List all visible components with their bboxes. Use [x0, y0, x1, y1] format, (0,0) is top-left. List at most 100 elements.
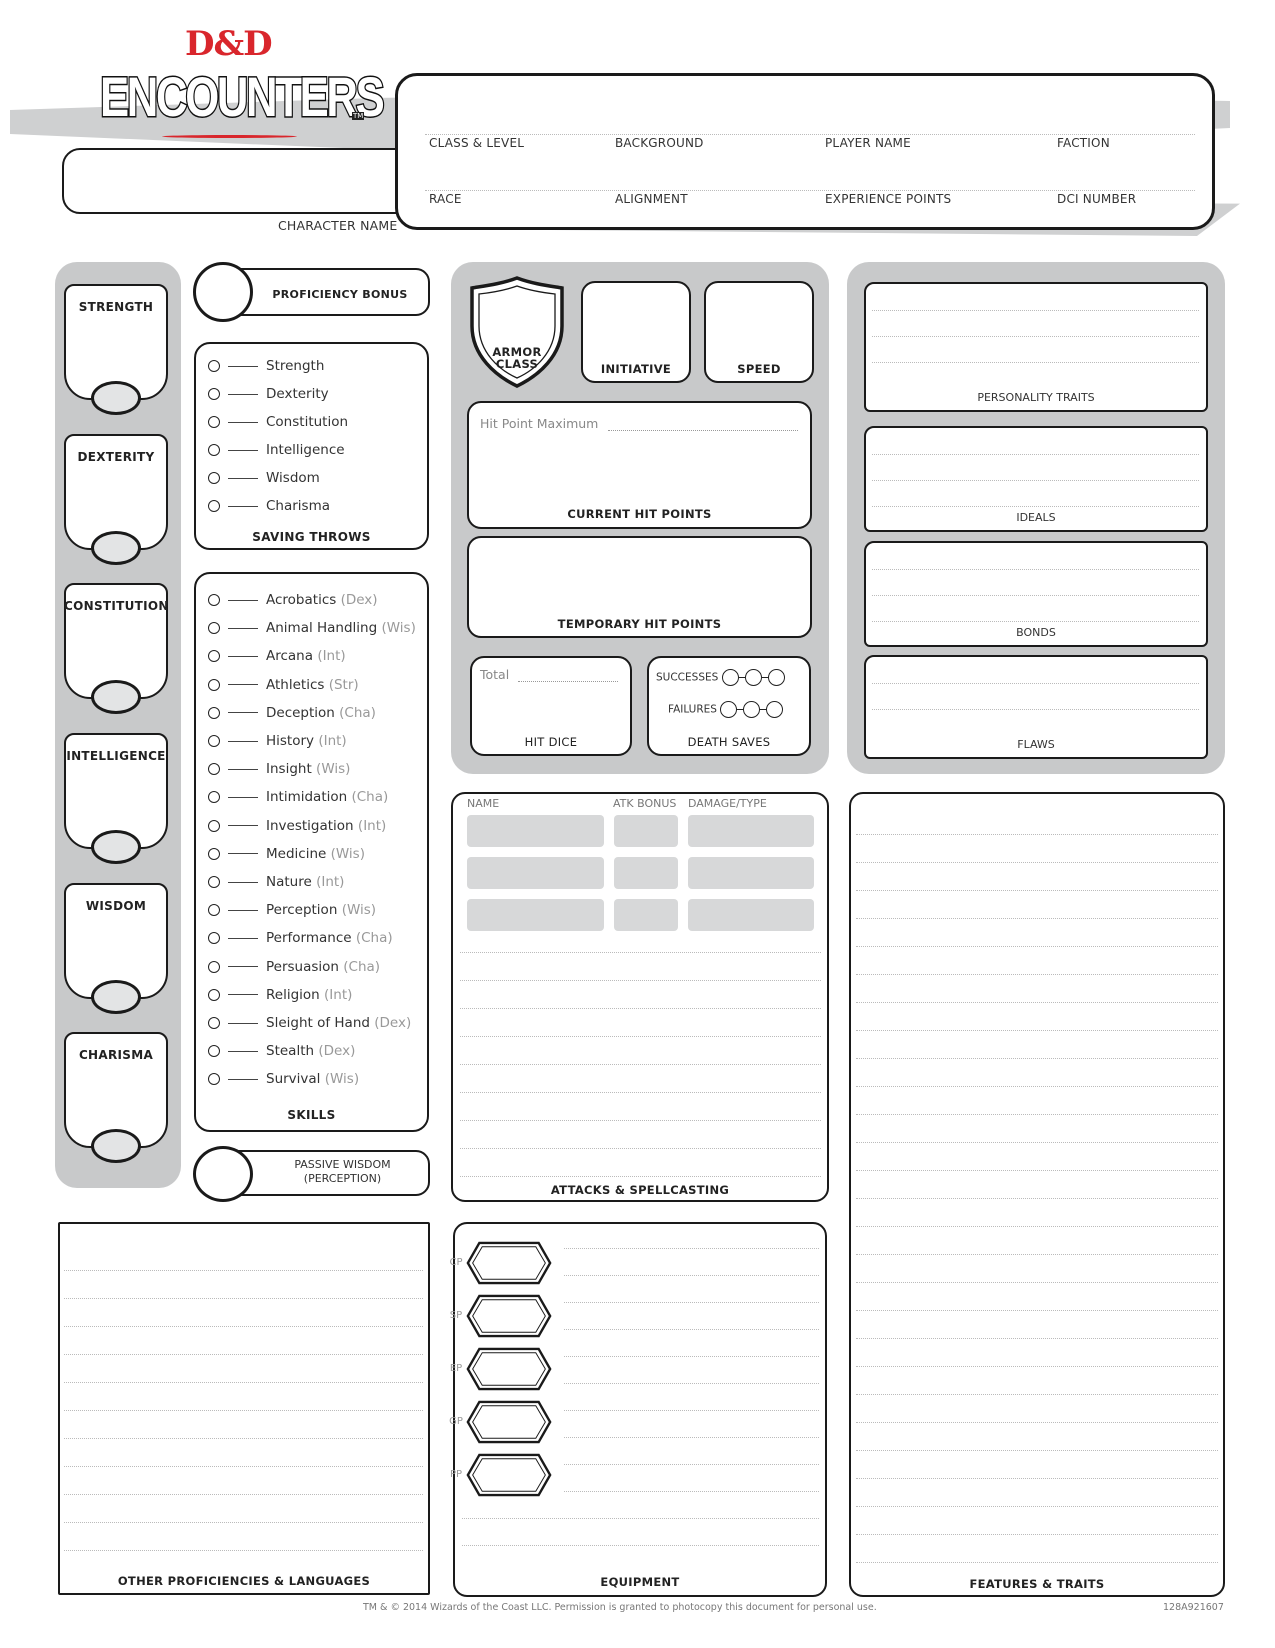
proficiency-checkbox[interactable]: [208, 388, 220, 400]
proficiency-checkbox[interactable]: [208, 360, 220, 372]
ruled-line: [460, 1008, 821, 1009]
modifier-blank[interactable]: [228, 505, 258, 507]
ruled-line: [564, 1275, 819, 1276]
modifier-blank[interactable]: [228, 937, 258, 939]
modifier-blank[interactable]: [228, 365, 258, 367]
proficiency-checkbox[interactable]: [208, 622, 220, 635]
coin-field-pp[interactable]: [465, 1453, 553, 1497]
proficiency-checkbox[interactable]: [208, 847, 220, 860]
ability-modifier-oval[interactable]: [91, 680, 141, 714]
proficiency-checkbox[interactable]: [208, 472, 220, 484]
proficiency-checkbox[interactable]: [208, 416, 220, 428]
proficiency-checkbox[interactable]: [208, 763, 220, 776]
other-proficiencies-box[interactable]: [58, 1222, 430, 1595]
modifier-blank[interactable]: [228, 712, 258, 714]
attack-name-cell[interactable]: [467, 899, 604, 931]
ruled-line: [856, 1366, 1218, 1367]
modifier-blank[interactable]: [228, 599, 258, 601]
proficiency-checkbox[interactable]: [208, 444, 220, 456]
modifier-blank[interactable]: [228, 881, 258, 883]
character-name-label: CHARACTER NAME: [278, 218, 398, 233]
modifier-blank[interactable]: [228, 655, 258, 657]
modifier-blank[interactable]: [228, 477, 258, 479]
proficiency-checkbox[interactable]: [208, 876, 220, 888]
modifier-blank[interactable]: [228, 768, 258, 770]
ruled-line: [460, 1120, 821, 1121]
ability-modifier-oval[interactable]: [91, 830, 141, 864]
modifier-blank[interactable]: [228, 1050, 258, 1052]
info-row1-line: [425, 134, 1195, 135]
saving-throw-name: Constitution: [266, 414, 349, 430]
coin-field-ep[interactable]: [465, 1347, 553, 1391]
modifier-blank[interactable]: [228, 994, 258, 996]
proficiency-checkbox[interactable]: [208, 1073, 220, 1086]
attack-bonus-cell[interactable]: [614, 899, 678, 931]
ability-modifier-oval[interactable]: [91, 980, 141, 1014]
attack-name-cell[interactable]: [467, 815, 604, 847]
failure-circle[interactable]: [720, 701, 738, 718]
proficiency-checkbox[interactable]: [208, 1017, 220, 1029]
proficiency-checkbox[interactable]: [208, 819, 220, 832]
attack-name-cell[interactable]: [467, 857, 604, 889]
success-circle[interactable]: [744, 669, 762, 686]
proficiency-checkbox[interactable]: [208, 932, 220, 945]
ability-modifier-oval[interactable]: [91, 381, 141, 415]
features-traits-box[interactable]: [849, 792, 1225, 1597]
passive-wisdom-label: PASSIVE WISDOM (PERCEPTION): [260, 1158, 425, 1186]
ability-label: WISDOM: [85, 899, 147, 913]
skill-attribute: (Cha): [343, 958, 381, 975]
coin-field-sp[interactable]: [465, 1294, 553, 1338]
attack-damage-cell[interactable]: [688, 857, 814, 889]
hp-max-label: Hit Point Maximum: [480, 416, 599, 431]
proficiency-checkbox[interactable]: [208, 904, 220, 917]
proficiency-checkbox[interactable]: [208, 706, 220, 719]
ruled-line: [460, 1064, 821, 1065]
proficiency-checkbox[interactable]: [208, 988, 220, 1001]
failure-circle[interactable]: [766, 701, 784, 718]
armor-class-shield[interactable]: [466, 274, 568, 390]
success-circle[interactable]: [767, 669, 785, 686]
modifier-blank[interactable]: [228, 449, 258, 451]
coin-field-gp[interactable]: [465, 1400, 553, 1444]
proficiency-checkbox[interactable]: [208, 678, 220, 691]
ruled-line: [564, 1437, 819, 1438]
success-circle[interactable]: [721, 669, 739, 686]
proficiency-checkbox[interactable]: [208, 735, 220, 747]
proficiency-checkbox[interactable]: [208, 960, 220, 973]
passive-wisdom-circle[interactable]: [193, 1146, 253, 1202]
death-saves-successes: SUCCESSES: [656, 669, 785, 686]
modifier-blank[interactable]: [228, 421, 258, 423]
ruled-line: [856, 1170, 1218, 1171]
modifier-blank[interactable]: [228, 1078, 258, 1080]
death-saves-label: DEATH SAVES: [687, 735, 771, 749]
character-name-field[interactable]: [62, 148, 402, 214]
modifier-blank[interactable]: [228, 909, 258, 911]
modifier-blank[interactable]: [228, 684, 258, 686]
proficiency-checkbox[interactable]: [208, 594, 220, 606]
modifier-blank[interactable]: [228, 740, 258, 742]
coin-field-cp[interactable]: [465, 1241, 553, 1285]
proficiency-bonus-circle[interactable]: [193, 262, 253, 322]
skill-name: Religion: [266, 986, 320, 1003]
ability-modifier-oval[interactable]: [91, 531, 141, 565]
modifier-blank[interactable]: [228, 627, 258, 629]
modifier-blank[interactable]: [228, 393, 258, 395]
modifier-blank[interactable]: [228, 796, 258, 798]
modifier-blank[interactable]: [228, 825, 258, 827]
proficiency-checkbox[interactable]: [208, 791, 220, 804]
attack-damage-cell[interactable]: [688, 899, 814, 931]
attack-bonus-cell[interactable]: [614, 857, 678, 889]
failure-circle[interactable]: [743, 701, 761, 718]
modifier-blank[interactable]: [228, 853, 258, 855]
ruled-line: [856, 1282, 1218, 1283]
proficiency-checkbox[interactable]: [208, 650, 220, 663]
proficiency-checkbox[interactable]: [208, 500, 220, 512]
proficiency-checkbox[interactable]: [208, 1045, 220, 1058]
modifier-blank[interactable]: [228, 1022, 258, 1024]
proficiency-bonus-label: PROFICIENCY BONUS: [272, 288, 408, 301]
modifier-blank[interactable]: [228, 966, 258, 968]
attack-bonus-cell[interactable]: [614, 815, 678, 847]
ability-modifier-oval[interactable]: [91, 1129, 141, 1163]
attack-damage-cell[interactable]: [688, 815, 814, 847]
ruled-line: [64, 1410, 423, 1411]
